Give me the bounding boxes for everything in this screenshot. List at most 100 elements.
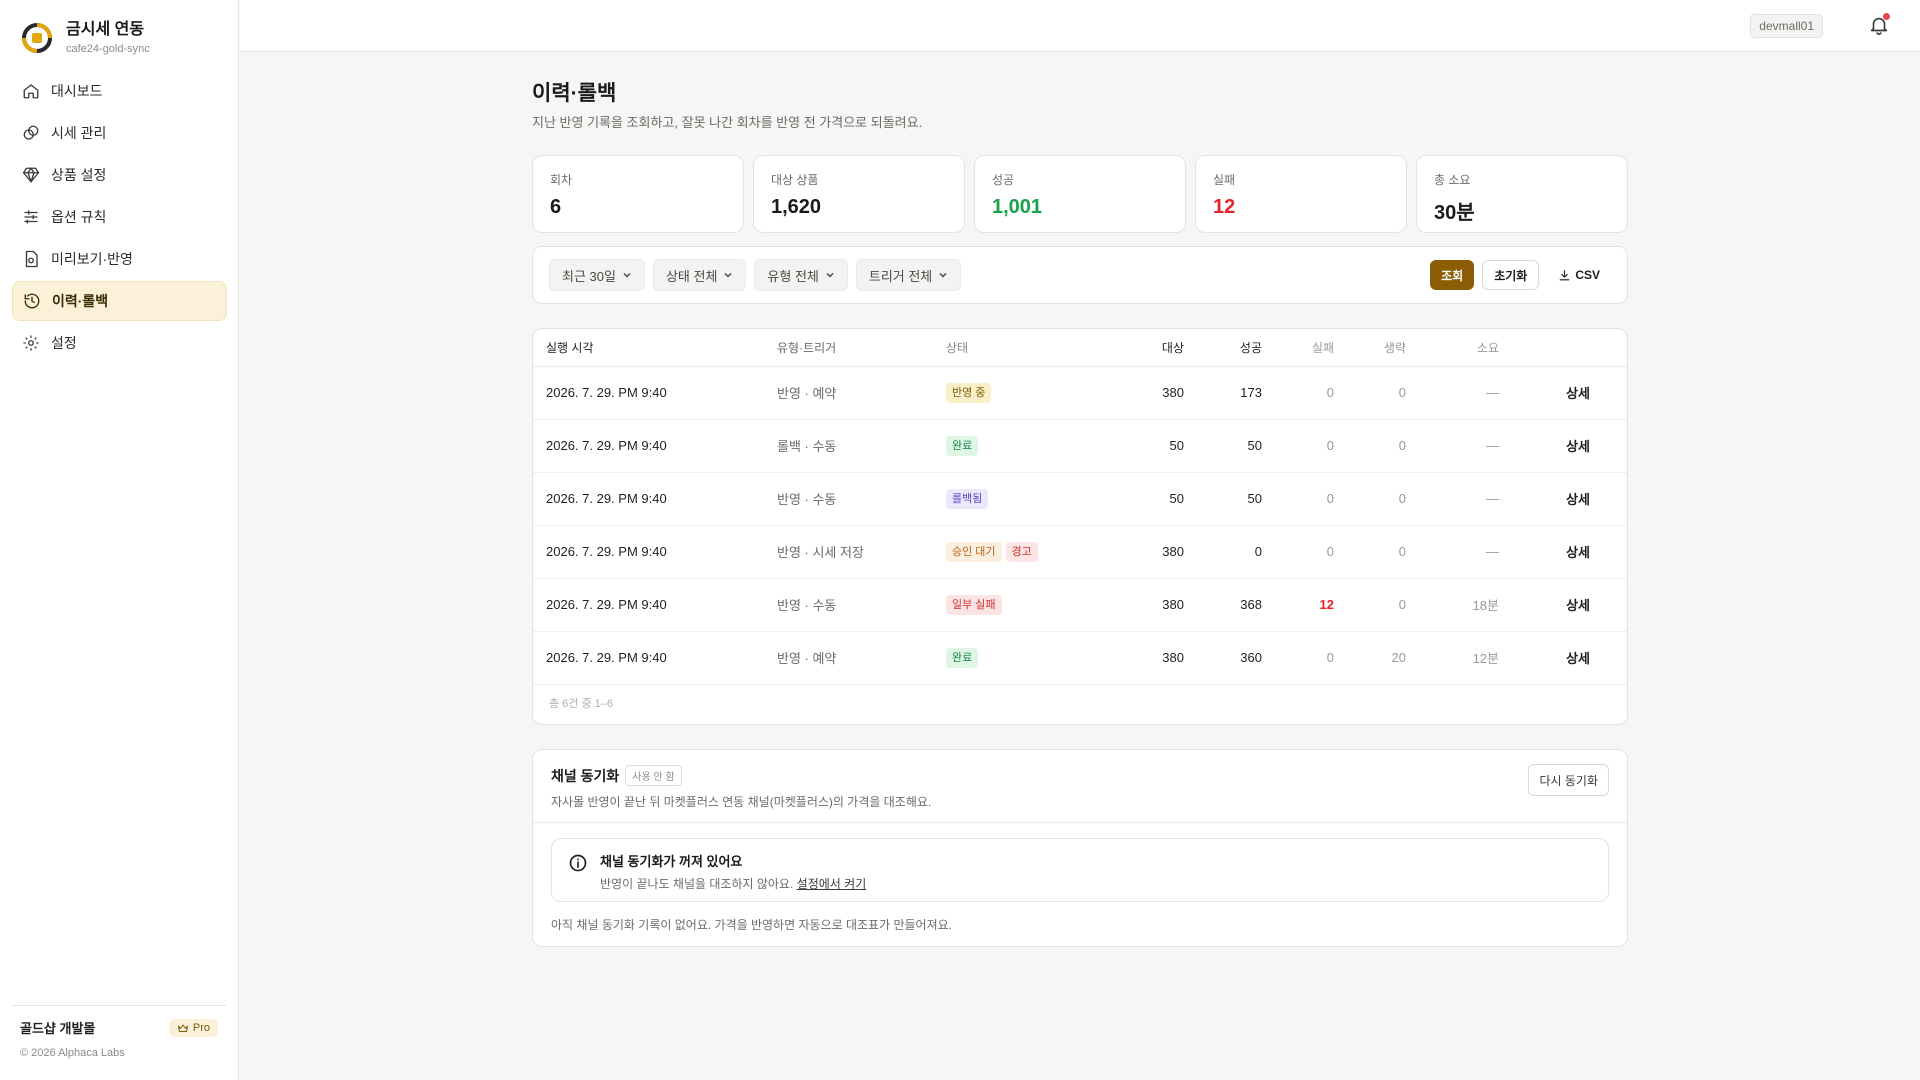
cell-skip: 20 (1334, 631, 1406, 685)
cell-skip: 0 (1334, 525, 1406, 579)
channel-sync-card: 채널 동기화 사용 안 함 자사몰 반영이 끝난 뒤 마켓플러스 연동 채널(마… (532, 749, 1628, 947)
sync-empty-state: 아직 채널 동기화 기록이 없어요. 가격을 반영하면 자동으로 대조표가 만들… (551, 918, 952, 932)
sidebar-item-option-rules[interactable]: 옵션 규칙 (12, 197, 227, 237)
cell-target: 380 (1084, 631, 1184, 685)
resync-button[interactable]: 다시 동기화 (1528, 764, 1609, 796)
user-menu[interactable]: devmall01 (1750, 14, 1823, 38)
sync-title: 채널 동기화 (551, 767, 620, 784)
csv-export-button[interactable]: CSV (1547, 260, 1611, 290)
trigger-filter[interactable]: 트리거 전체 (855, 259, 962, 291)
sidebar-item-label: 시세 관리 (51, 125, 107, 141)
warning-badge: 경고 (1005, 541, 1038, 562)
notification-dot (1883, 13, 1890, 20)
cell-success: 50 (1184, 472, 1262, 526)
cell-time: 2026. 7. 29. PM 9:40 (533, 525, 777, 579)
detail-button[interactable]: 상세 (1499, 525, 1627, 579)
detail-button[interactable]: 상세 (1499, 366, 1627, 420)
app-subtitle: cafe24-gold-sync (66, 43, 150, 55)
copyright: © 2026 Alphaca Labs (20, 1047, 125, 1059)
table-row[interactable]: 2026. 7. 29. PM 9:40 반영 · 예약 완료 380 360 … (533, 631, 1627, 685)
sidebar-item-dashboard[interactable]: 대시보드 (12, 71, 227, 111)
detail-button[interactable]: 상세 (1499, 472, 1627, 526)
org-name: 골드샵 개발몰 (20, 1021, 96, 1036)
brand[interactable]: 금시세 연동 cafe24-gold-sync (20, 18, 150, 58)
sidebar-item-preview[interactable]: 미리보기·반영 (12, 239, 227, 279)
cell-fail: 0 (1262, 419, 1334, 473)
col-type: 유형·트리거 (777, 329, 946, 367)
cell-target: 380 (1084, 366, 1184, 420)
sidebar-item-settings[interactable]: 설정 (12, 323, 227, 363)
cell-fail: 12 (1262, 578, 1334, 632)
reset-button[interactable]: 초기화 (1482, 260, 1540, 290)
table-header: 실행 시각 유형·트리거 상태 대상 성공 실패 생략 소요 (533, 329, 1627, 367)
status-badge: 승인 대기 (946, 541, 1002, 562)
cell-duration: — (1406, 472, 1499, 526)
csv-label: CSV (1575, 268, 1600, 282)
status-filter[interactable]: 상태 전체 (652, 259, 747, 291)
pagination-summary: 총 6건 중 1–6 (549, 698, 613, 710)
sidebar-item-label: 상품 설정 (51, 167, 107, 183)
info-icon (569, 854, 587, 872)
stat-label: 총 소요 (1434, 173, 1471, 187)
cell-status: 완료 (946, 631, 1084, 685)
table-row[interactable]: 2026. 7. 29. PM 9:40 롤백 · 수동 완료 50 50 0 … (533, 419, 1627, 473)
cell-duration: 12분 (1406, 631, 1499, 685)
cell-type: 반영 · 수동 (777, 472, 946, 526)
sidebar-item-history[interactable]: 이력·롤백 (12, 281, 227, 321)
type-filter[interactable]: 유형 전체 (754, 259, 848, 291)
chevron-down-icon (939, 272, 947, 278)
detail-button[interactable]: 상세 (1499, 578, 1627, 632)
coins-icon (23, 125, 39, 140)
stat-success: 성공 1,001 (974, 155, 1186, 233)
sidebar-footer: 골드샵 개발몰 Pro © 2026 Alphaca Labs (12, 1005, 226, 1059)
cell-time: 2026. 7. 29. PM 9:40 (533, 419, 777, 473)
cell-target: 380 (1084, 525, 1184, 579)
sidebar-item-label: 옵션 규칙 (51, 209, 107, 225)
status-filter-label: 상태 전체 (665, 268, 718, 284)
sidebar-item-products[interactable]: 상품 설정 (12, 155, 227, 195)
table-row[interactable]: 2026. 7. 29. PM 9:40 반영 · 시세 저장 승인 대기 경고 … (533, 525, 1627, 579)
sidebar: 금시세 연동 cafe24-gold-sync 대시보드 시세 관리 상품 설정… (0, 0, 239, 1080)
cell-time: 2026. 7. 29. PM 9:40 (533, 472, 777, 526)
cell-time: 2026. 7. 29. PM 9:40 (533, 366, 777, 420)
filter-bar: 최근 30일 상태 전체 유형 전체 트리거 전체 조회 초기화 CSV (532, 246, 1628, 304)
stat-value: 12 (1213, 196, 1236, 218)
enable-in-settings-link[interactable]: 설정에서 켜기 (797, 877, 867, 891)
col-skip: 생략 (1334, 329, 1406, 367)
cell-fail: 0 (1262, 525, 1334, 579)
stat-value: 6 (550, 196, 562, 218)
cell-status: 롤백됨 (946, 472, 1084, 526)
cell-status: 승인 대기 경고 (946, 525, 1084, 579)
status-badge: 완료 (946, 435, 979, 456)
cell-duration: — (1406, 525, 1499, 579)
table-row[interactable]: 2026. 7. 29. PM 9:40 반영 · 수동 롤백됨 50 50 0… (533, 472, 1627, 526)
detail-button[interactable]: 상세 (1499, 419, 1627, 473)
cell-type: 반영 · 수동 (777, 578, 946, 632)
cell-status: 완료 (946, 419, 1084, 473)
col-action (1499, 329, 1627, 367)
period-filter[interactable]: 최근 30일 (549, 259, 645, 291)
stat-label: 회차 (550, 173, 573, 187)
notice-text-body: 반영이 끝나도 채널을 대조하지 않아요. (600, 877, 794, 891)
cell-fail: 0 (1262, 366, 1334, 420)
table-row[interactable]: 2026. 7. 29. PM 9:40 반영 · 예약 반영 중 380 17… (533, 366, 1627, 420)
col-time: 실행 시각 (533, 329, 777, 367)
cell-target: 50 (1084, 472, 1184, 526)
sidebar-item-label: 미리보기·반영 (51, 251, 133, 267)
type-filter-label: 유형 전체 (767, 268, 819, 284)
col-target: 대상 (1084, 329, 1184, 367)
stat-label: 실패 (1213, 173, 1236, 187)
detail-button[interactable]: 상세 (1499, 631, 1627, 685)
cell-success: 368 (1184, 578, 1262, 632)
sidebar-item-prices[interactable]: 시세 관리 (12, 113, 227, 153)
status-badge: 일부 실패 (946, 594, 1002, 615)
table-row[interactable]: 2026. 7. 29. PM 9:40 반영 · 수동 일부 실패 380 3… (533, 578, 1627, 632)
cell-duration: 18분 (1406, 578, 1499, 632)
stat-duration: 총 소요 30분 (1416, 155, 1628, 233)
col-status: 상태 (946, 329, 1084, 367)
stat-label: 성공 (992, 173, 1015, 187)
sliders-icon (24, 210, 38, 224)
search-button[interactable]: 조회 (1430, 260, 1475, 290)
logo-icon (22, 23, 52, 53)
cell-skip: 0 (1334, 419, 1406, 473)
